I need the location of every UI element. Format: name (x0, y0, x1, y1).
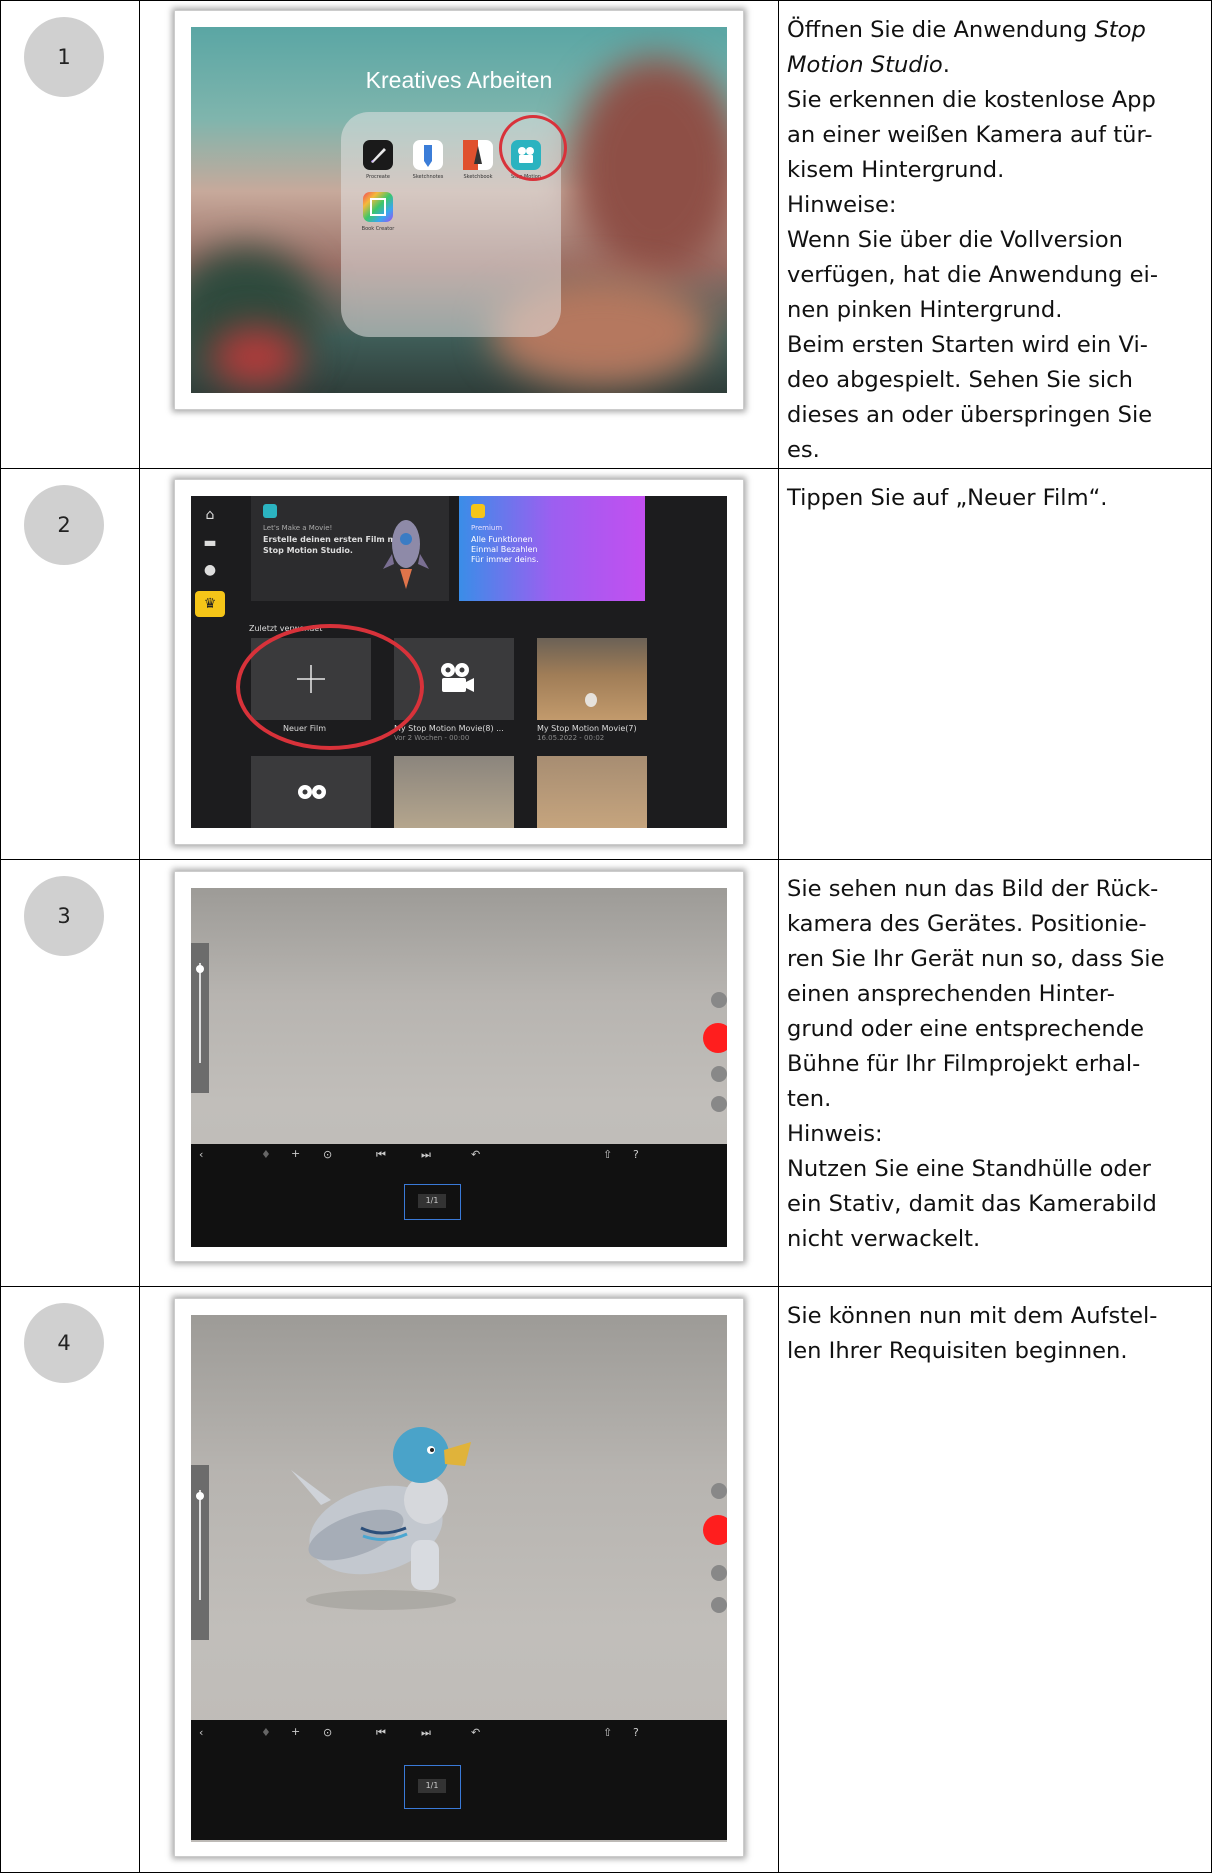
app-label: Procreate (366, 174, 390, 180)
procreate-app-icon[interactable] (363, 140, 393, 170)
movie-title: My Stop Motion Movie(7) (537, 724, 637, 733)
step-number-badge: 2 (24, 485, 104, 565)
settings-icon[interactable]: ⊙ (323, 1726, 332, 1739)
book-creator-app-icon[interactable] (363, 192, 393, 222)
frame-thumbnail[interactable]: 1/1 (404, 1184, 461, 1220)
step-row-1: 1 Kreatives Arbeiten Procreate Sketchnot… (0, 0, 1212, 469)
play-icon[interactable] (711, 1066, 727, 1082)
promo-line-2: Stop Motion Studio. (263, 546, 353, 555)
step-number-badge: 4 (24, 1303, 104, 1383)
share-icon[interactable]: ⇧ (603, 1726, 612, 1739)
slider-handle[interactable] (196, 965, 204, 973)
premium-card[interactable]: Premium Alle Funktionen Einmal Bezahlen … (459, 496, 645, 601)
step-instructions: Öffnen Sie die Anwendung Stop Motion Stu… (787, 17, 1158, 463)
add-icon[interactable]: + (291, 1725, 300, 1738)
movie-date: 16.05.2022 - 00:02 (537, 734, 605, 742)
step-number-badge: 3 (24, 876, 104, 956)
movie-camera-icon (298, 785, 326, 799)
premium-line-2: Einmal Bezahlen (471, 545, 538, 554)
premium-line-1: Alle Funktionen (471, 535, 533, 544)
camera-with-figure-screenshot: ‹ ♦ + ⊙ ⏮ ⏭ ↶ ⇧ ? 1/1 (174, 1298, 744, 1857)
folder-title: Kreatives Arbeiten (365, 67, 553, 93)
slider-handle[interactable] (196, 1492, 204, 1500)
step-row-3: 3 ‹ ♦ + ⊙ ⏮ ⏭ ↶ ⇧ ? 1/1 Sie sehen nun da… (0, 859, 1212, 1287)
frame-thumbnail[interactable]: 1/1 (404, 1765, 461, 1809)
movie-camera-icon (441, 663, 474, 692)
frame-counter: 1/1 (418, 1194, 446, 1208)
instruction-document: 1 Kreatives Arbeiten Procreate Sketchnot… (0, 0, 1214, 1873)
premium-kicker: Premium (471, 524, 503, 532)
help-icon[interactable]: ? (633, 1726, 639, 1739)
movie-tile[interactable] (251, 756, 371, 828)
app-label: Book Creator (361, 226, 395, 232)
movie-tile[interactable] (537, 756, 647, 828)
step-row-2: 2 ⌂ ▬ ● ♛ Let's Make a Movie! Erstelle d… (0, 468, 1212, 860)
camera-toolbar: ‹ ♦ + ⊙ ⏮ ⏭ ↶ ⇧ ? 1/1 (191, 1144, 727, 1247)
highlight-circle (236, 624, 424, 750)
movie-date: Vor 2 Wochen - 00:00 (394, 734, 470, 742)
menu-icon[interactable] (711, 1096, 727, 1112)
home-icon[interactable]: ⌂ (199, 504, 221, 526)
highlight-circle (499, 115, 567, 181)
settings-icon[interactable]: ⊙ (323, 1148, 332, 1161)
camera-screenshot: ‹ ♦ + ⊙ ⏮ ⏭ ↶ ⇧ ? 1/1 (174, 871, 744, 1262)
back-icon[interactable]: ‹ (199, 1148, 203, 1161)
frame-counter: 1/1 (418, 1779, 446, 1793)
add-icon[interactable]: + (291, 1147, 300, 1160)
movie-tile[interactable] (537, 638, 647, 720)
app-start-screenshot: ⌂ ▬ ● ♛ Let's Make a Movie! Erstelle dei… (174, 479, 744, 845)
movie-tile[interactable] (394, 756, 514, 828)
slider-track (199, 963, 201, 1063)
step-number-badge: 1 (24, 17, 104, 97)
camera-toolbar: ‹ ♦ + ⊙ ⏮ ⏭ ↶ ⇧ ? 1/1 (191, 1720, 727, 1840)
lightbulb-icon[interactable]: ● (199, 559, 221, 581)
previous-frame-icon[interactable]: ⏮ (376, 1726, 386, 1740)
timer-icon[interactable] (711, 992, 727, 1008)
timer-icon[interactable] (711, 1483, 727, 1499)
share-icon[interactable]: ⇧ (603, 1148, 612, 1161)
camera-slider-panel[interactable] (191, 943, 209, 1093)
menu-icon[interactable] (711, 1597, 727, 1613)
camera-slider-panel[interactable] (191, 1465, 209, 1640)
back-icon[interactable]: ‹ (199, 1726, 203, 1739)
next-frame-icon[interactable]: ⏭ (421, 1726, 431, 1740)
sketchnotes-app-icon[interactable] (413, 140, 443, 170)
home-screen-screenshot: Kreatives Arbeiten Procreate Sketchnotes… (174, 10, 744, 410)
record-button[interactable] (703, 1023, 727, 1053)
undo-icon[interactable]: ↶ (471, 1148, 480, 1161)
mic-icon[interactable]: ♦ (261, 1148, 271, 1161)
crown-icon[interactable]: ♛ (195, 591, 225, 617)
next-frame-icon[interactable]: ⏭ (421, 1148, 431, 1162)
previous-frame-icon[interactable]: ⏮ (376, 1148, 386, 1162)
duck-figurine (291, 1427, 471, 1610)
undo-icon[interactable]: ↶ (471, 1726, 480, 1739)
step-row-4: 4 ‹ ♦ + ⊙ ⏮ ⏭ ↶ ⇧ ? 1/1 Sie können nun m… (0, 1286, 1212, 1873)
steps-table: 1 Kreatives Arbeiten Procreate Sketchnot… (0, 0, 1212, 1873)
record-button[interactable] (703, 1515, 727, 1545)
play-icon[interactable] (711, 1565, 727, 1581)
help-icon[interactable]: ? (633, 1148, 639, 1161)
app-label: Sketchnotes (412, 174, 444, 180)
folder-icon[interactable]: ▬ (199, 532, 221, 554)
promo-card[interactable]: Let's Make a Movie! Erstelle deinen erst… (251, 496, 449, 601)
mic-icon[interactable]: ♦ (261, 1726, 271, 1739)
step-instructions: Sie sehen nun das Bild der Rück- kamera … (787, 876, 1165, 1252)
promo-kicker: Let's Make a Movie! (263, 524, 333, 532)
app-label: Sketchbook (463, 174, 493, 180)
step-instructions: Tippen Sie auf „Neuer Film“. (787, 485, 1108, 511)
sketchbook-app-icon[interactable] (463, 140, 493, 170)
premium-line-3: Für immer deins. (471, 555, 539, 564)
movie-title: My Stop Motion Movie(8) ... (394, 724, 504, 733)
step-instructions: Sie können nun mit dem Aufstel- len Ihre… (787, 1303, 1158, 1364)
figurine-thumbnail (585, 693, 597, 707)
rocket-illustration (383, 520, 429, 589)
stop-motion-logo-icon (263, 504, 277, 518)
crown-badge-icon (471, 504, 485, 518)
slider-track (199, 1490, 201, 1600)
